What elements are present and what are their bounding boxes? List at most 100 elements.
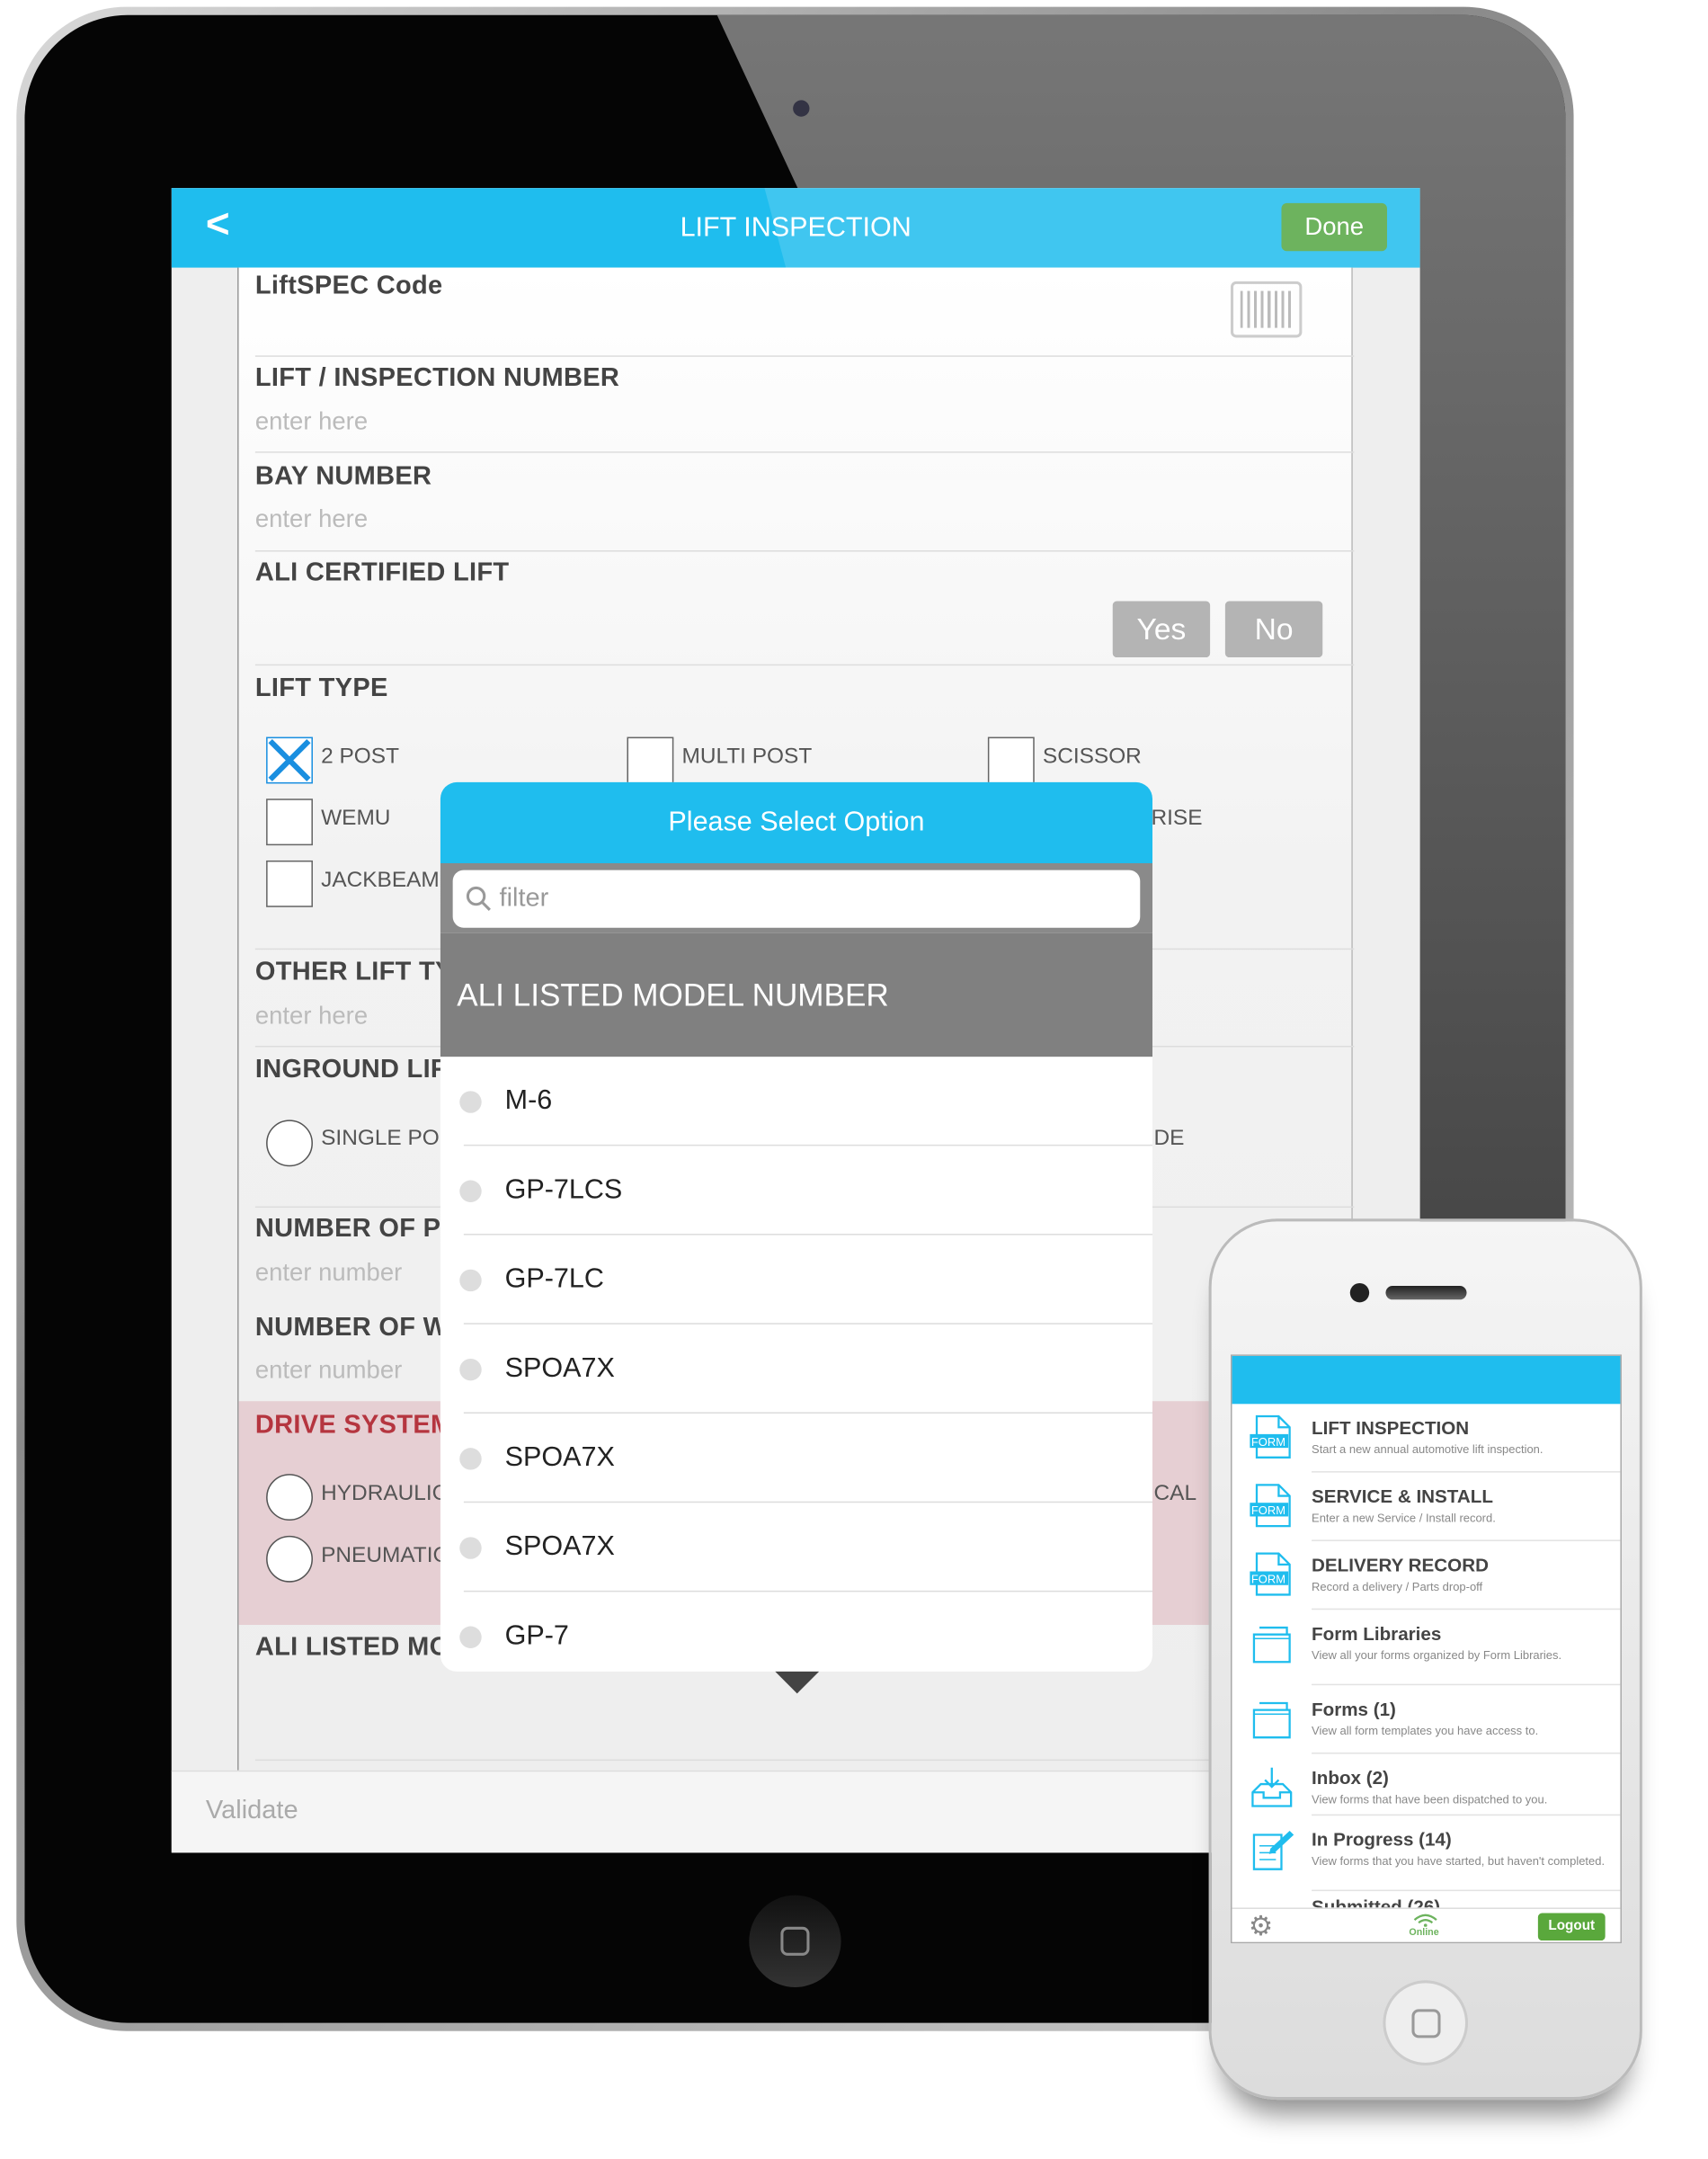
checkbox-multi-post[interactable]	[627, 736, 674, 784]
ipad-camera	[793, 100, 810, 117]
menu-item-title: Forms (1)	[1312, 1699, 1396, 1720]
inground-label: INGROUND LIF	[254, 1055, 447, 1084]
drive-system-label: DRIVE SYSTEM	[254, 1410, 453, 1440]
filter-input[interactable]: filter	[452, 870, 1141, 928]
option-row[interactable]: GP-7LC	[440, 1236, 1153, 1325]
checkbox-wemu[interactable]	[266, 798, 313, 846]
other-lift-label: OTHER LIFT TY	[254, 958, 453, 987]
radio-dot-icon	[459, 1448, 482, 1470]
menu-item-title: Inbox (2)	[1312, 1767, 1389, 1789]
form-icon: FORM	[1249, 1552, 1295, 1596]
settings-gear-icon[interactable]: ⚙	[1249, 1914, 1273, 1941]
bay-number-label: BAY NUMBER	[254, 462, 432, 492]
menu-item[interactable]: Form Libraries View all your forms organi…	[1232, 1610, 1621, 1686]
option-label: JACKBEAM	[321, 869, 440, 893]
iphone-bottom-bar: ⚙ Online Logout	[1232, 1907, 1621, 1942]
page-title: LIFT INSPECTION	[680, 212, 912, 244]
radio-single-post[interactable]	[266, 1120, 313, 1167]
ali-listed-label: ALI LISTED MO	[254, 1633, 450, 1663]
menu-item-subtitle: Record a delivery / Parts drop-off	[1312, 1579, 1483, 1593]
option-label: SPOA7X	[504, 1531, 615, 1562]
logout-button[interactable]: Logout	[1537, 1913, 1606, 1941]
option-label: HYDRAULIC	[321, 1482, 449, 1506]
nav-bar: < LIFT INSPECTION Done	[171, 188, 1420, 268]
no-button[interactable]: No	[1224, 601, 1323, 658]
lift-number-input[interactable]: enter here	[255, 407, 368, 436]
menu-item-title: LIFT INSPECTION	[1312, 1417, 1470, 1439]
ali-certified-label: ALI CERTIFIED LIFT	[254, 558, 510, 588]
other-lift-input[interactable]: enter here	[255, 1002, 368, 1030]
num-w-input[interactable]: enter number	[255, 1356, 402, 1385]
svg-text:FORM: FORM	[1251, 1503, 1285, 1517]
option-row[interactable]: GP-7LCS	[440, 1146, 1153, 1236]
iphone-home-button[interactable]	[1383, 1980, 1469, 2065]
option-label: SPOA7X	[504, 1442, 615, 1473]
menu-item-title: In Progress (14)	[1312, 1829, 1452, 1851]
iphone-nav-bar	[1232, 1355, 1621, 1405]
validate-button[interactable]: Validate	[206, 1797, 298, 1827]
menu-item-subtitle: Start a new annual automotive lift inspe…	[1312, 1442, 1543, 1457]
menu-item[interactable]: FORM SERVICE & INSTALL Enter a new Service…	[1232, 1473, 1621, 1541]
x-check-icon	[268, 738, 311, 782]
option-label: WEMU	[321, 807, 391, 831]
done-button[interactable]: Done	[1281, 202, 1387, 252]
option-label: RISE	[1151, 807, 1203, 831]
menu-item[interactable]: Forms (1) View all form templates you hav…	[1232, 1685, 1621, 1754]
radio-pneumatic[interactable]	[266, 1535, 313, 1583]
option-label: GP-7	[504, 1620, 569, 1652]
option-row[interactable]: SPOA7X	[440, 1503, 1153, 1592]
radio-dot-icon	[459, 1091, 482, 1113]
option-label: CAL	[1153, 1482, 1197, 1506]
popover-arrow	[775, 1671, 820, 1694]
menu-item-subtitle: Enter a new Service / Install record.	[1312, 1511, 1496, 1525]
barcode-scan-icon[interactable]	[1231, 281, 1303, 338]
menu-item[interactable]: Inbox (2) View forms that have been dispa…	[1232, 1753, 1621, 1816]
option-label: PNEUMATIC	[321, 1543, 449, 1567]
liftspec-label: LiftSPEC Code	[254, 272, 443, 301]
option-label: 2 POST	[321, 745, 399, 769]
ipad-home-button[interactable]	[749, 1895, 841, 1987]
checkbox-scissor[interactable]	[987, 736, 1035, 784]
menu-item-title: Form Libraries	[1312, 1623, 1442, 1645]
folder-icon	[1249, 1696, 1295, 1740]
yes-button[interactable]: Yes	[1112, 601, 1211, 658]
checkbox-jackbeam[interactable]	[266, 860, 313, 907]
bay-number-input[interactable]: enter here	[255, 505, 368, 534]
radio-dot-icon	[459, 1358, 482, 1381]
radio-hydraulic[interactable]	[266, 1474, 313, 1521]
option-label: MULTI POST	[681, 745, 813, 769]
lift-type-label: LIFT TYPE	[254, 674, 388, 703]
num-p-label: NUMBER OF P	[254, 1214, 441, 1244]
menu-item-title: SERVICE & INSTALL	[1312, 1485, 1493, 1507]
menu-item[interactable]: FORM LIFT INSPECTION Start a new annual au…	[1232, 1404, 1621, 1473]
menu-item[interactable]: In Progress (14) View forms that you have…	[1232, 1816, 1621, 1892]
radio-dot-icon	[459, 1180, 482, 1202]
option-row[interactable]: GP-7	[440, 1592, 1152, 1681]
menu-item[interactable]: FORM DELIVERY RECORD Record a delivery / P…	[1232, 1541, 1621, 1610]
partial-menu-item[interactable]: Submitted (26)	[1312, 1894, 1440, 1907]
iphone-speaker	[1385, 1286, 1467, 1300]
online-status: Online	[1409, 1928, 1439, 1938]
option-label: SINGLE PO	[321, 1127, 440, 1150]
option-row[interactable]: M-6	[440, 1057, 1153, 1146]
menu-item-subtitle: View forms that have been dispatched to …	[1312, 1792, 1548, 1807]
filter-placeholder: filter	[499, 883, 549, 913]
option-row[interactable]: SPOA7X	[440, 1325, 1153, 1414]
num-w-label: NUMBER OF W	[254, 1313, 449, 1343]
menu-item-title: DELIVERY RECORD	[1312, 1555, 1489, 1576]
radio-dot-icon	[459, 1537, 482, 1559]
select-option-popover: Please Select Option filter ALI LISTED M…	[440, 781, 1153, 1694]
radio-dot-icon	[459, 1269, 482, 1292]
menu-item-subtitle: View all your forms organized by Form Li…	[1312, 1647, 1562, 1663]
option-label: GP-7LCS	[504, 1174, 623, 1206]
option-label: M-6	[504, 1085, 553, 1116]
checkbox-2-post[interactable]	[266, 736, 313, 784]
section-header: ALI LISTED MODEL NUMBER	[440, 932, 1153, 1057]
option-row[interactable]: SPOA7X	[440, 1414, 1153, 1503]
popover-title: Please Select Option	[440, 781, 1153, 863]
option-label: GP-7LC	[504, 1263, 604, 1295]
edit-icon	[1249, 1826, 1295, 1870]
form-icon: FORM	[1249, 1414, 1295, 1459]
num-p-input[interactable]: enter number	[255, 1259, 402, 1288]
iphone-camera	[1349, 1282, 1370, 1303]
